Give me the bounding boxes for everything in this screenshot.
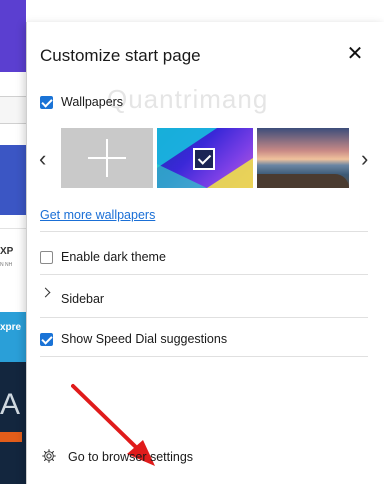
speed-dial-label: Show Speed Dial suggestions bbox=[61, 332, 228, 346]
background-banner bbox=[0, 0, 26, 72]
add-wallpaper-thumbnail[interactable] bbox=[61, 128, 153, 188]
wallpaper-carousel: ‹ › bbox=[39, 128, 379, 188]
gear-icon bbox=[42, 449, 56, 463]
background-tile-express bbox=[0, 312, 26, 362]
panel-title: Customize start page bbox=[40, 46, 201, 65]
background-tile-blue bbox=[0, 145, 26, 215]
chevron-right-icon bbox=[40, 287, 51, 298]
divider bbox=[40, 231, 368, 232]
carousel-next-icon[interactable]: › bbox=[361, 146, 368, 172]
background-tile-dark bbox=[0, 362, 26, 484]
browser-settings-label: Go to browser settings bbox=[68, 450, 194, 464]
background-tile-text: XP bbox=[0, 246, 14, 257]
divider bbox=[40, 317, 368, 318]
wallpaper-thumbnail-beach[interactable] bbox=[257, 128, 349, 188]
sidebar-label: Sidebar bbox=[61, 292, 105, 306]
dark-theme-label: Enable dark theme bbox=[61, 250, 166, 264]
background-tile-express-text: xpre bbox=[0, 322, 22, 333]
customize-start-page-panel: Customize start page ✕ Quantrimang Wallp… bbox=[26, 22, 384, 484]
browser-settings-link[interactable]: Go to browser settings bbox=[41, 447, 241, 469]
get-more-wallpapers-link[interactable]: Get more wallpapers bbox=[40, 208, 155, 222]
watermark-text: Quantrimang bbox=[107, 84, 269, 114]
speed-dial-checkbox[interactable] bbox=[40, 333, 53, 346]
divider bbox=[40, 356, 368, 357]
background-page: XP N NH xpre A bbox=[0, 0, 26, 484]
selected-check-icon bbox=[193, 148, 215, 170]
sidebar-expander[interactable]: Sidebar bbox=[40, 286, 340, 306]
wallpaper-thumbnail-abstract[interactable] bbox=[157, 128, 253, 188]
close-icon[interactable]: ✕ bbox=[345, 44, 365, 64]
wallpapers-label: Wallpapers bbox=[61, 95, 124, 109]
dark-theme-checkbox[interactable] bbox=[40, 251, 53, 264]
background-tile-dark-text: A bbox=[0, 388, 21, 421]
wallpapers-checkbox[interactable] bbox=[40, 96, 53, 109]
divider bbox=[40, 274, 368, 275]
background-tile-subtext: N NH bbox=[0, 262, 13, 268]
background-search-bar bbox=[0, 96, 26, 124]
background-tile-orange-bar bbox=[0, 432, 22, 442]
carousel-prev-icon[interactable]: ‹ bbox=[39, 146, 46, 172]
